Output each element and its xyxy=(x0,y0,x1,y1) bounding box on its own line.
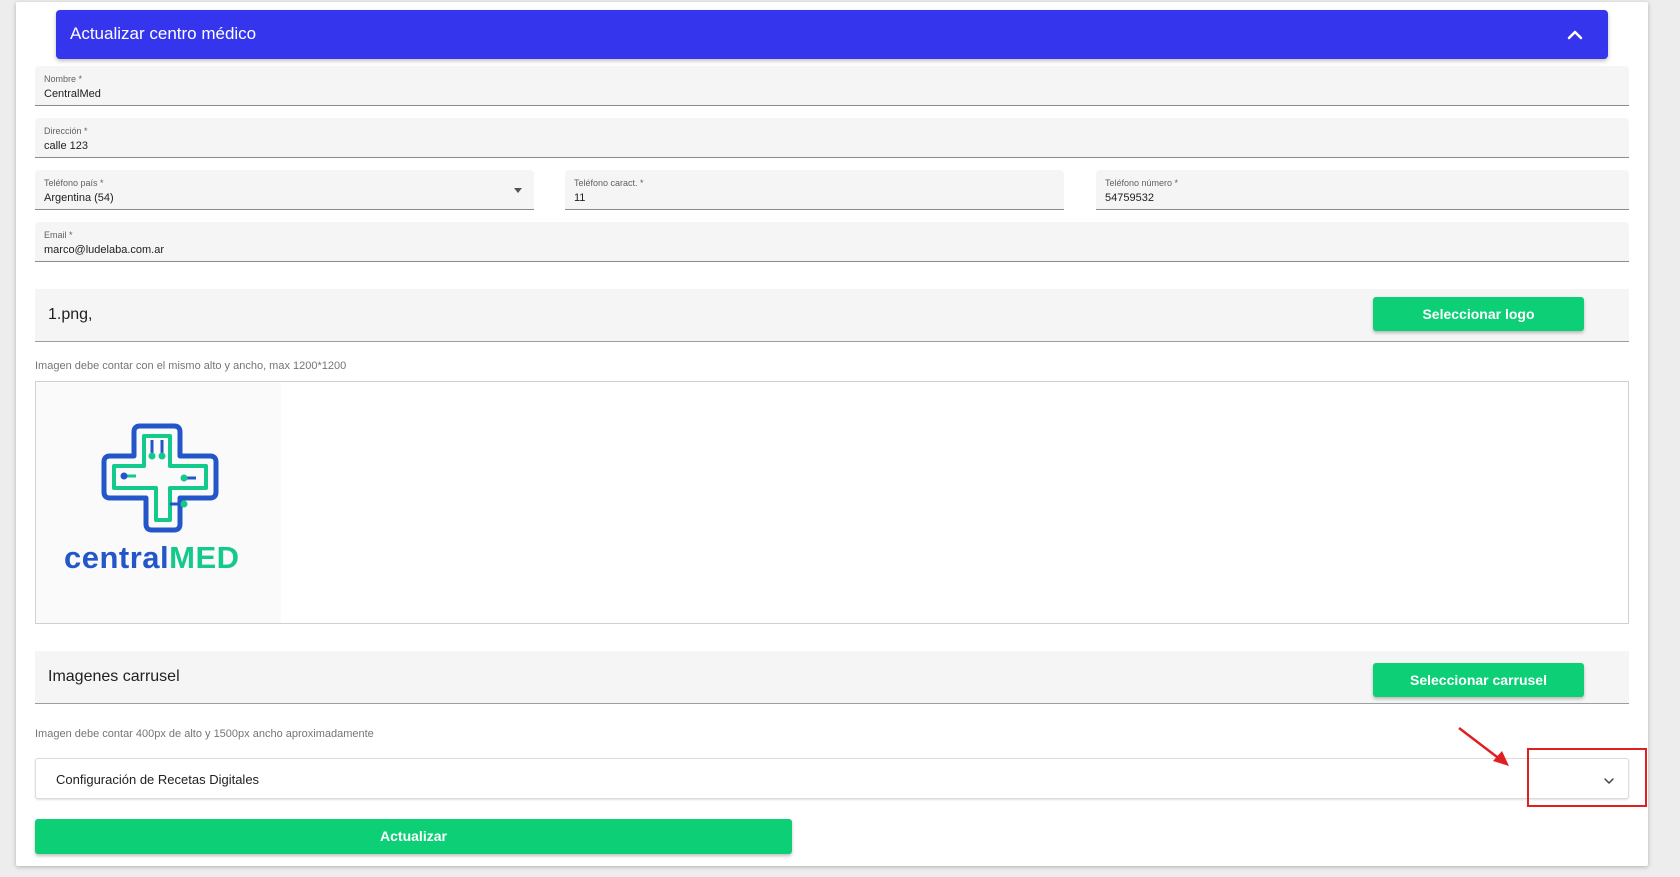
logo-upload-bar: 1.png, Seleccionar logo xyxy=(35,289,1629,342)
chevron-up-icon[interactable] xyxy=(1566,26,1584,44)
telefono-pais-label: Teléfono país * xyxy=(44,178,104,188)
nombre-field[interactable]: Nombre * CentralMed xyxy=(35,66,1629,106)
caret-down-icon[interactable] xyxy=(514,188,522,193)
form-title: Actualizar centro médico xyxy=(70,24,257,43)
email-field[interactable]: Email * marco@ludelaba.com.ar xyxy=(35,222,1629,262)
select-logo-button[interactable]: Seleccionar logo xyxy=(1373,297,1584,331)
telefono-numero-field[interactable]: Teléfono número * 54759532 xyxy=(1096,170,1629,210)
nombre-label: Nombre * xyxy=(44,74,83,84)
direccion-label: Dirección * xyxy=(44,126,88,136)
telefono-caract-value[interactable]: 11 xyxy=(574,192,585,204)
annotation-highlight-box xyxy=(1527,748,1647,807)
logo-filename: 1.png, xyxy=(48,306,93,323)
telefono-caract-label: Teléfono caract. * xyxy=(574,178,644,188)
logo-wordmark: centralMED xyxy=(64,540,240,576)
telefono-numero-value[interactable]: 54759532 xyxy=(1105,192,1154,204)
select-carousel-button[interactable]: Seleccionar carrusel xyxy=(1373,663,1584,697)
nombre-value[interactable]: CentralMed xyxy=(44,88,101,100)
carousel-upload-bar: Imagenes carrusel Seleccionar carrusel xyxy=(35,651,1629,704)
annotation-arrow-icon xyxy=(1458,727,1509,766)
recetas-title: Configuración de Recetas Digitales xyxy=(56,772,260,787)
form-header[interactable]: Actualizar centro médico xyxy=(56,10,1608,59)
recetas-accordion[interactable]: Configuración de Recetas Digitales xyxy=(35,758,1629,799)
logo-preview: centralMED xyxy=(35,381,1629,624)
logo-hint: Imagen debe contar con el mismo alto y a… xyxy=(35,360,347,372)
direccion-field[interactable]: Dirección * calle 123 xyxy=(35,118,1629,158)
actualizar-button[interactable]: Actualizar xyxy=(35,819,792,854)
carousel-title: Imagenes carrusel xyxy=(48,668,180,685)
centralmed-logo: centralMED xyxy=(36,382,281,623)
logo-wordmark-part1: central xyxy=(64,540,170,575)
direccion-value[interactable]: calle 123 xyxy=(44,140,88,152)
telefono-pais-value[interactable]: Argentina (54) xyxy=(44,192,114,204)
telefono-pais-select[interactable]: Teléfono país * Argentina (54) xyxy=(35,170,534,210)
email-label: Email * xyxy=(44,230,73,240)
telefono-caract-field[interactable]: Teléfono caract. * 11 xyxy=(565,170,1064,210)
carousel-hint: Imagen debe contar 400px de alto y 1500p… xyxy=(35,728,374,740)
medical-cross-logo-icon xyxy=(101,423,219,533)
logo-wordmark-part2: MED xyxy=(169,540,240,575)
email-value[interactable]: marco@ludelaba.com.ar xyxy=(44,244,164,256)
telefono-numero-label: Teléfono número * xyxy=(1105,178,1179,188)
